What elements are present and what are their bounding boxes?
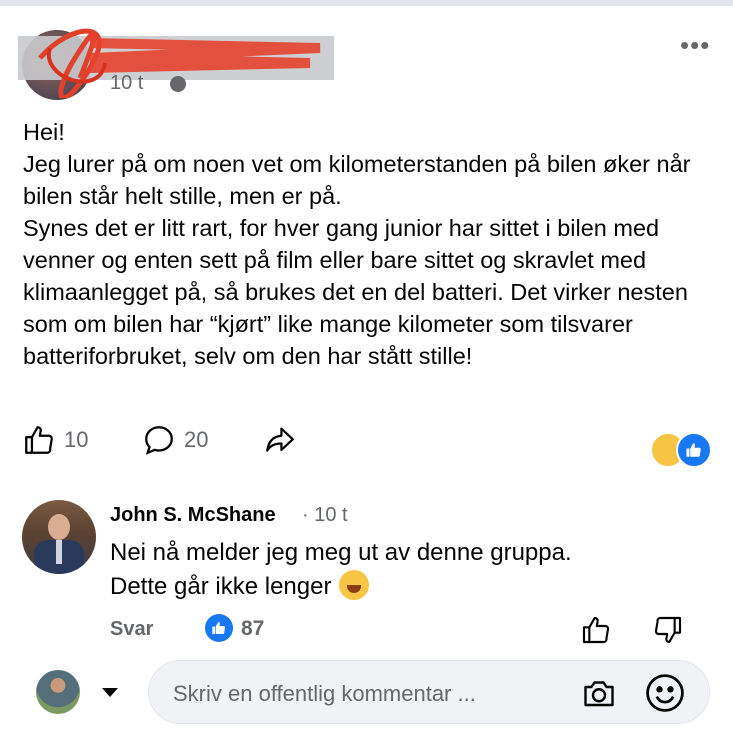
emoji-smile-icon[interactable] [643, 671, 687, 715]
share-arrow-icon [266, 427, 294, 452]
chevron-down-icon[interactable] [102, 688, 118, 697]
comment-input-box[interactable] [148, 660, 710, 724]
comment-line-1: Nei nå melder jeg meg ut av denne gruppa… [110, 539, 572, 566]
comment-like-count: 87 [241, 617, 265, 640]
top-divider [0, 0, 733, 6]
share-button[interactable] [262, 420, 298, 460]
commenter-avatar[interactable] [22, 500, 96, 574]
reply-button[interactable]: Svar [110, 618, 153, 641]
comment-bubble-icon [145, 426, 173, 455]
comment-time[interactable]: · 10 t [302, 504, 348, 527]
more-options-icon[interactable]: ••• [680, 32, 710, 58]
downvote-icon[interactable] [652, 614, 684, 646]
reaction-summary[interactable] [650, 432, 714, 468]
post-time[interactable]: 10 t [110, 72, 143, 95]
camera-icon[interactable] [579, 675, 619, 711]
comment-like-badge-icon[interactable] [205, 614, 233, 642]
comment-composer [0, 660, 733, 724]
post-actions: 10 20 [0, 420, 733, 464]
laughing-emoji-icon [339, 570, 370, 600]
upvote-icon[interactable] [580, 614, 612, 646]
commenter-name[interactable]: John S. McShane [110, 504, 276, 527]
comment-input[interactable] [171, 673, 555, 715]
comment-body: Nei nå melder jeg meg ut av denne gruppa… [110, 536, 710, 604]
comment-count: 20 [184, 427, 209, 452]
post-body: Hei! Jeg lurer på om noen vet om kilomet… [23, 119, 691, 369]
like-button[interactable]: 10 [22, 420, 88, 460]
comment-button[interactable]: 20 [142, 420, 208, 460]
current-user-avatar[interactable] [36, 670, 80, 714]
comment-line-2-text: Dette går ikke lenger [110, 573, 332, 600]
globe-icon [170, 76, 186, 92]
thumbs-up-icon [25, 426, 53, 454]
comment-footer: Svar 87 [0, 612, 733, 646]
comment-line-2: Dette går ikke lenger [110, 570, 710, 604]
like-count: 10 [64, 427, 89, 452]
like-reaction-icon [676, 432, 712, 468]
